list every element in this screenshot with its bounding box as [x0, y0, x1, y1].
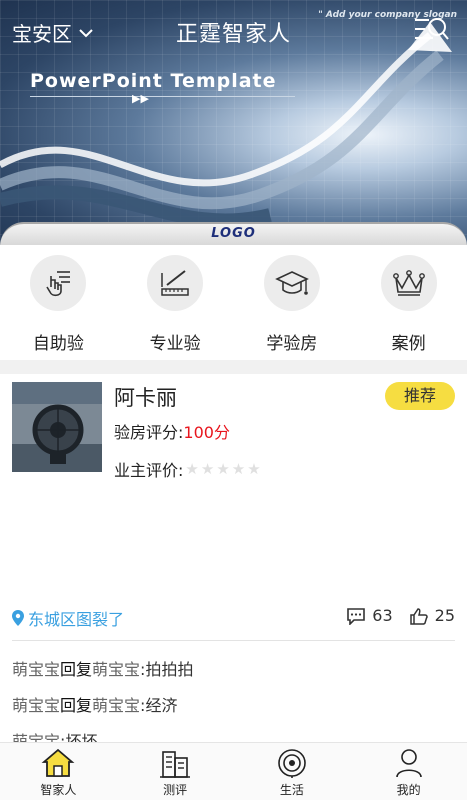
comment-item[interactable]: 萌宝宝回复萌宝宝:经济	[12, 692, 177, 716]
location-link[interactable]: 东城区图裂了	[12, 606, 124, 630]
quick-action-cases[interactable]: 案例	[350, 245, 467, 360]
app-title: 正霆智家人	[175, 22, 291, 47]
owner-rating-label: 业主评价:	[114, 461, 184, 480]
logo-text: LOGO	[211, 226, 256, 241]
comment-count: 63	[372, 606, 393, 625]
score-value: 100分	[183, 423, 230, 442]
hand-list-icon	[30, 255, 87, 311]
nav-label: 测评	[163, 783, 188, 797]
comment-text: :拍拍拍	[140, 660, 194, 679]
star-icon: ★	[185, 460, 199, 478]
bottom-nav: 智家人 测评 生活 我的	[0, 742, 467, 800]
comment-item[interactable]: 萌宝宝回复萌宝宝:拍拍拍	[12, 656, 193, 680]
star-icon: ★	[200, 460, 215, 478]
comment-target: 萌宝宝	[92, 696, 141, 715]
star-icon: ★	[216, 460, 230, 478]
location-text: 东城区图裂了	[28, 610, 125, 629]
person-icon	[395, 749, 422, 778]
recommend-badge: 推荐	[385, 382, 455, 410]
banner-title: PowerPoint Template	[30, 70, 277, 92]
quick-action-self-inspect[interactable]: 自助验	[0, 245, 117, 360]
star-icon: ★	[247, 460, 261, 478]
menu-search-icon	[415, 18, 449, 40]
owner-rating: 业主评价: ★ ★ ★ ★ ★	[114, 457, 261, 481]
quick-action-learn[interactable]: 学验房	[234, 245, 351, 360]
comment-text: :经济	[140, 696, 178, 715]
comment-user: 萌宝宝	[12, 660, 61, 679]
ruler-pen-icon	[147, 255, 204, 311]
banner-underline	[30, 96, 295, 97]
banner-arrows: ▶▶	[132, 92, 149, 105]
like-icon[interactable]	[409, 607, 429, 625]
quick-action-label: 案例	[391, 334, 426, 354]
star-icon: ★	[231, 460, 246, 478]
nav-tab-life[interactable]: 生活	[234, 743, 351, 800]
like-count: 25	[434, 606, 455, 625]
listing-thumbnail[interactable]	[12, 382, 102, 472]
score-label: 验房评分:	[114, 423, 184, 442]
comment-reply-word: 回复	[60, 696, 93, 715]
top-bar: 宝安区 正霆智家人	[0, 0, 467, 62]
comment-target: 萌宝宝	[92, 660, 141, 679]
card-divider	[12, 640, 455, 641]
quick-action-label: 学验房	[266, 334, 318, 354]
nav-tab-mine[interactable]: 我的	[350, 743, 467, 800]
home-icon	[41, 748, 75, 777]
comment-icon[interactable]	[346, 607, 366, 625]
map-pin-icon	[12, 610, 24, 626]
inspection-score: 验房评分:100分	[114, 419, 230, 443]
nav-label: 智家人	[40, 783, 77, 797]
listing-stats: 63 25	[346, 606, 455, 625]
rating-stars: ★ ★ ★ ★ ★	[185, 460, 260, 478]
section-separator	[0, 360, 467, 374]
target-icon	[278, 749, 306, 778]
graduation-cap-icon	[263, 255, 320, 311]
nav-label: 我的	[396, 783, 421, 797]
nav-tab-home[interactable]: 智家人	[0, 743, 117, 800]
quick-actions: 自助验 专业验 学验房 案例	[0, 245, 467, 360]
listing-name: 阿卡丽	[114, 386, 177, 410]
comment-user: 萌宝宝	[12, 696, 61, 715]
menu-search-button[interactable]	[415, 16, 449, 44]
crown-icon	[380, 255, 437, 311]
nav-label: 生活	[279, 783, 304, 797]
quick-action-label: 专业验	[149, 334, 201, 354]
quick-action-label: 自助验	[32, 334, 84, 354]
comment-reply-word: 回复	[60, 660, 93, 679]
quick-action-professional-inspect[interactable]: 专业验	[117, 245, 234, 360]
building-icon	[160, 751, 191, 778]
listing-card[interactable]: 阿卡丽 推荐 验房评分:100分 业主评价: ★ ★ ★ ★ ★ 东城区图裂了 …	[0, 374, 467, 751]
nav-tab-evaluate[interactable]: 测评	[117, 743, 234, 800]
